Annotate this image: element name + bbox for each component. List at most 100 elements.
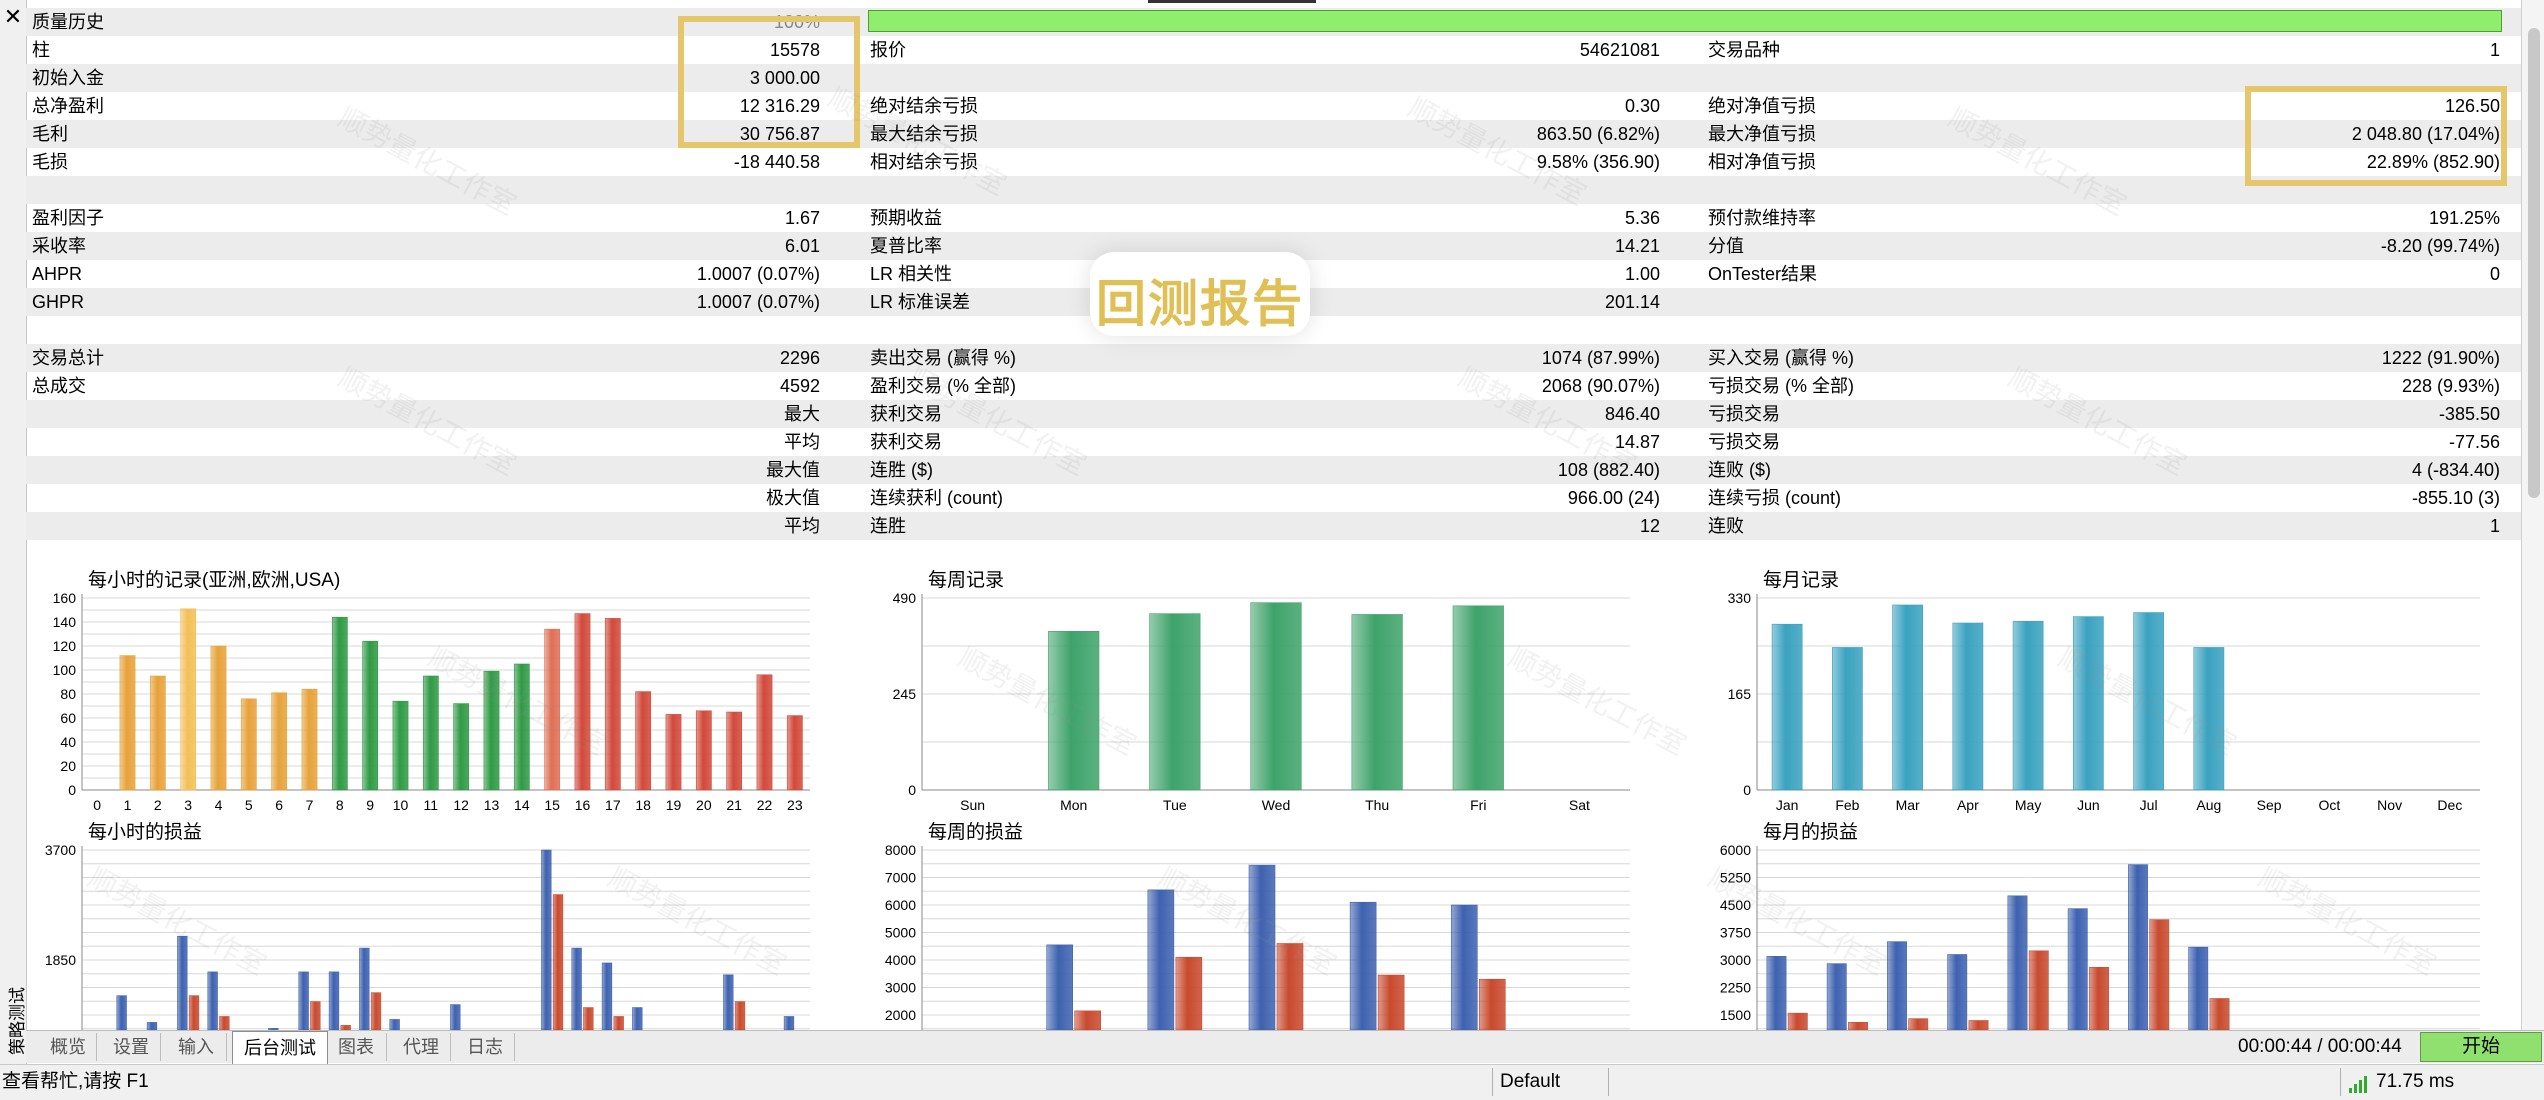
- chart-bar: [1048, 631, 1100, 791]
- y-tick-label: 100: [53, 662, 77, 678]
- chart-bar: [219, 1016, 230, 1030]
- weekly-trades-chart: 每周记录 0 245 490 Sun Mon Tue Wed Thu Fri Sat: [880, 568, 1640, 820]
- y-tick-label: 80: [60, 686, 76, 702]
- stat-label: 亏损交易: [1708, 404, 1780, 424]
- stat-value: 1.00: [1624, 264, 1660, 284]
- y-tick-label: 60: [60, 710, 76, 726]
- stat-value: 1074 (87.99%): [1541, 348, 1660, 368]
- chart-bar: [362, 640, 379, 791]
- scrollbar-thumb[interactable]: [2528, 28, 2540, 498]
- chart-bar: [695, 710, 712, 791]
- stat-label: OnTester结果: [1708, 264, 1818, 284]
- monthly-trades-chart: 每月记录 0 165 330 Jan Feb Mar Apr May Jun Jul Aug Sep Oc…: [1715, 568, 2490, 820]
- chart-bar: [1149, 613, 1201, 791]
- stat-value: 平均: [784, 432, 820, 452]
- stat-value: -77.56: [2448, 432, 2500, 452]
- chart-bar: [1248, 864, 1276, 1030]
- weekly-pnl-chart: 每周的损益 2000 3000 4000 5000 6000 7000 8000: [880, 820, 1640, 1030]
- chart-bar: [1887, 941, 1907, 1030]
- close-icon[interactable]: ✕: [2, 6, 24, 28]
- y-tick-label: 1500: [1720, 1007, 1751, 1023]
- tab-2[interactable]: 输入: [166, 1033, 227, 1061]
- chart-bar: [2188, 946, 2209, 1030]
- y-tick-label: 3750: [1720, 925, 1751, 941]
- chart-bar: [1351, 614, 1403, 791]
- stat-value: 966.00 (24): [1567, 488, 1660, 508]
- stat-value: 1: [2489, 40, 2500, 60]
- stat-value: 4 (-834.40): [2411, 460, 2500, 480]
- chart-bar: [2028, 950, 2049, 1030]
- tab-5[interactable]: 代理: [392, 1033, 451, 1061]
- x-tick-label: 15: [544, 797, 560, 813]
- signal-icon: [2349, 1076, 2367, 1093]
- chart-bar: [1452, 605, 1504, 791]
- chart-bar: [483, 670, 500, 791]
- x-tick-label: 22: [757, 797, 773, 813]
- chart-svg: 0 245 490 Sun Mon Tue Wed Thu Fri Sat: [893, 590, 1630, 813]
- chart-bar: [786, 715, 803, 791]
- tester-tab-bar: 概览 设置 输入 后台测试 图表 代理 日志: [26, 1030, 2544, 1064]
- side-panel-label: 策略测试: [8, 987, 27, 1055]
- x-tick-label: 6: [275, 797, 283, 813]
- y-tick-label: 2000: [885, 1007, 916, 1023]
- stat-label: 柱: [32, 40, 50, 60]
- chart-bar: [328, 971, 340, 1030]
- stat-value: 846.40: [1604, 404, 1660, 424]
- chart-bar: [177, 935, 188, 1030]
- stat-value: 0: [2489, 264, 2500, 284]
- stat-label: 盈利交易 (% 全部): [870, 376, 1016, 396]
- stat-label: 绝对净值亏损: [1708, 96, 1816, 116]
- table-row-stripe: [26, 64, 2522, 92]
- chart-bar: [1175, 956, 1203, 1030]
- chart-bar: [635, 691, 652, 791]
- y-tick-label: 2250: [1720, 980, 1751, 996]
- stat-label: 连胜: [870, 516, 906, 536]
- x-tick-label: 4: [215, 797, 223, 813]
- chart-bar: [331, 616, 348, 791]
- stat-label: 最大结余亏损: [870, 124, 978, 144]
- x-tick-label: Jul: [2140, 797, 2158, 813]
- y-tick-label: 330: [1728, 590, 1752, 606]
- y-tick-label: 120: [53, 638, 77, 654]
- y-tick-label: 160: [53, 590, 77, 606]
- x-tick-label: 2: [154, 797, 162, 813]
- tab-4[interactable]: 图表: [326, 1033, 387, 1061]
- chart-bar: [552, 894, 564, 1030]
- tab-0[interactable]: 概览: [40, 1033, 97, 1061]
- chart-bar: [1832, 647, 1863, 791]
- x-tick-label: 12: [453, 797, 469, 813]
- report-scrollbar[interactable]: [2521, 0, 2544, 1030]
- y-tick-label: 0: [68, 782, 76, 798]
- stat-value: 14.21: [1614, 236, 1660, 256]
- x-tick-label: May: [2015, 797, 2041, 813]
- tab-1[interactable]: 设置: [102, 1033, 161, 1061]
- chart-bar: [422, 675, 439, 791]
- stat-value: 1222 (91.90%): [2381, 348, 2500, 368]
- y-tick-label: 4500: [1720, 897, 1751, 913]
- x-tick-label: Jun: [2077, 797, 2100, 813]
- chart-bar: [1766, 956, 1787, 1030]
- chart-bar: [450, 1004, 461, 1030]
- table-row-stripe: [26, 344, 2522, 372]
- x-tick-label: 7: [306, 797, 314, 813]
- x-tick-label: 13: [484, 797, 500, 813]
- x-tick-label: 8: [336, 797, 344, 813]
- stat-label: 连败: [1708, 516, 1744, 536]
- chart-bar: [2128, 864, 2148, 1030]
- x-tick-label: 9: [366, 797, 374, 813]
- stat-value: 1.67: [784, 208, 820, 228]
- start-button[interactable]: 开始: [2420, 1032, 2542, 1062]
- chart-bar: [2193, 647, 2225, 791]
- chart-bar: [271, 692, 288, 791]
- chart-bar: [1892, 604, 1923, 791]
- y-tick-label: 6000: [885, 897, 916, 913]
- stat-label: 相对结余亏损: [870, 152, 978, 172]
- y-tick-label: 40: [60, 734, 76, 750]
- tab-6[interactable]: 日志: [456, 1033, 515, 1061]
- chart-bar: [298, 971, 309, 1030]
- chart-bar: [574, 613, 591, 791]
- stat-value: -18 440.58: [733, 152, 820, 172]
- stat-label: 卖出交易 (赢得 %): [870, 348, 1016, 368]
- tab-3[interactable]: 后台测试: [232, 1031, 328, 1064]
- chart-bar: [392, 700, 409, 791]
